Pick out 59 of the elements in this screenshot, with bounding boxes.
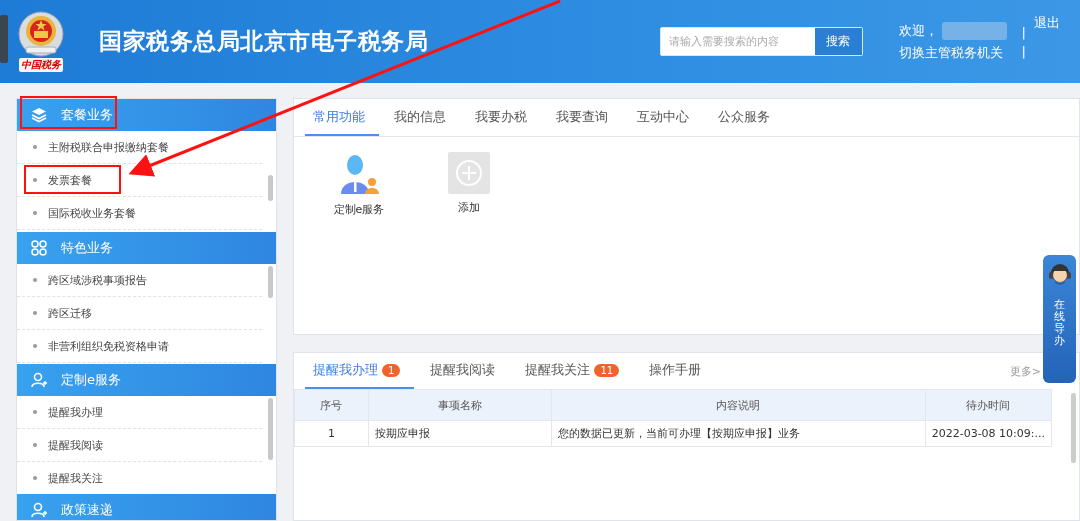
column-header: 内容说明 — [551, 389, 926, 421]
tab[interactable]: 互动中心 — [637, 99, 703, 136]
menu-item[interactable]: 非营利组织免税资格申请 — [48, 338, 169, 354]
menu-item[interactable]: 国际税收业务套餐 — [48, 205, 136, 221]
menu-item[interactable]: 主附税联合申报缴纳套餐 — [48, 139, 169, 155]
person-icon — [31, 502, 47, 518]
table-cell: 1 — [294, 420, 369, 447]
menu-item[interactable]: 跨区迁移 — [48, 305, 92, 321]
layers-icon — [31, 107, 47, 123]
bullet-icon — [33, 211, 37, 215]
tab[interactable]: 操作手册 — [649, 353, 716, 389]
shortcut-label[interactable]: 添加 — [458, 200, 480, 215]
logo-caption: 中国税务 — [19, 58, 63, 72]
add-icon — [448, 152, 490, 194]
bullet-icon — [33, 178, 37, 182]
agent-icon — [1046, 261, 1073, 287]
menu-item[interactable]: 跨区域涉税事项报告 — [48, 272, 147, 288]
bullet-icon — [33, 278, 37, 282]
scrollbar-thumb[interactable] — [1071, 393, 1076, 463]
tab[interactable]: 提醒我阅读 — [430, 353, 510, 389]
search-button[interactable]: 搜索 — [814, 28, 862, 55]
bullet-icon — [33, 476, 37, 480]
separator: | — [1021, 43, 1026, 59]
tab[interactable]: 公众服务 — [718, 99, 784, 136]
welcome-text: 欢迎， — [898, 21, 938, 40]
shortcut-label[interactable]: 定制e服务 — [333, 202, 385, 217]
emblem-icon — [18, 11, 64, 57]
menu-item[interactable]: 提醒我关注 — [48, 470, 103, 486]
bullet-icon — [33, 443, 37, 447]
tab[interactable]: 我要查询 — [556, 99, 622, 136]
menu-item[interactable]: 提醒我阅读 — [48, 437, 103, 453]
column-header: 事项名称 — [368, 389, 552, 421]
online-guide-button[interactable]: 在线导办 — [1043, 255, 1076, 383]
bullet-icon — [33, 311, 37, 315]
bullet-icon — [33, 344, 37, 348]
table-cell: 2022-03-08 10:09:... — [925, 420, 1052, 447]
tab[interactable]: 我的信息 — [394, 99, 460, 136]
scrollbar-thumb[interactable] — [268, 266, 273, 298]
search-field[interactable]: 请输入需要搜索的内容 搜索 — [659, 27, 863, 56]
grid-icon — [31, 240, 47, 256]
redacted-name — [941, 21, 1007, 40]
bullet-icon — [33, 410, 37, 414]
person-icon — [31, 372, 47, 388]
menu-item[interactable]: 提醒我办理 — [48, 404, 103, 420]
table-cell: 您的数据已更新，当前可办理【按期应申报】业务 — [551, 420, 926, 447]
tab[interactable]: 常用功能 — [305, 99, 379, 136]
tab[interactable]: 提醒我关注 11 — [525, 353, 634, 389]
count-badge: 11 — [594, 363, 620, 377]
bullet-icon — [33, 145, 37, 149]
count-badge: 1 — [382, 363, 401, 377]
side-handle — [0, 15, 8, 63]
separator: | — [1021, 24, 1026, 40]
tab[interactable]: 我要办税 — [475, 99, 541, 136]
column-header: 序号 — [294, 389, 369, 421]
scrollbar-thumb[interactable] — [268, 398, 273, 460]
column-header: 待办时间 — [925, 389, 1052, 421]
table-cell: 按期应申报 — [368, 420, 552, 447]
scrollbar-thumb[interactable] — [268, 175, 273, 201]
site-title: 国家税务总局北京市电子税务局 — [99, 27, 428, 56]
